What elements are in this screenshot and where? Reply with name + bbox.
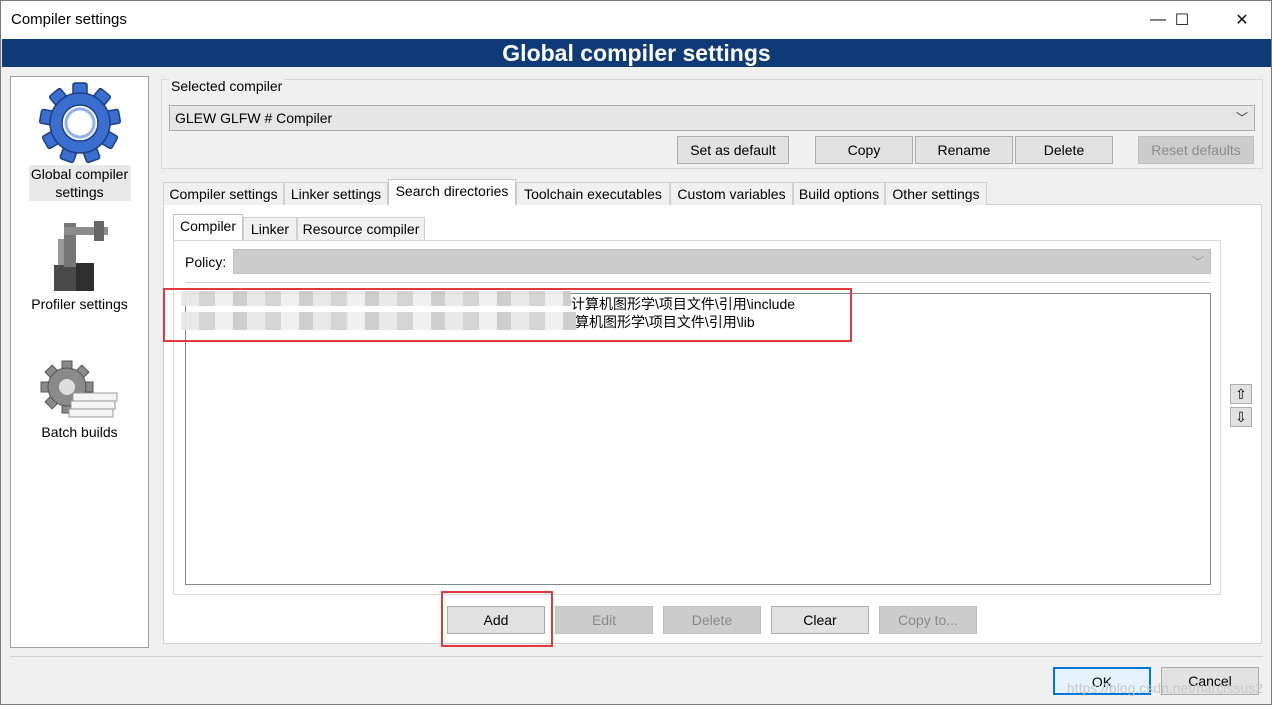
batch-builds-icon: [40, 360, 117, 418]
clear-directories-button[interactable]: Clear: [771, 606, 869, 634]
sidebar-item-label: Profiler settings: [31, 296, 128, 312]
move-up-button[interactable]: ⇧: [1230, 384, 1252, 404]
set-as-default-button[interactable]: Set as default: [677, 136, 789, 164]
highlight-add-button: [441, 591, 553, 647]
tab-toolchain-executables[interactable]: Toolchain executables: [516, 182, 670, 205]
subtab-resource-compiler[interactable]: Resource compiler: [297, 217, 425, 240]
sidebar-item-batch-builds[interactable]: Batch builds: [11, 359, 148, 441]
policy-label: Policy:: [185, 254, 227, 270]
tab-linker-settings[interactable]: Linker settings: [284, 182, 388, 205]
edit-directory-button[interactable]: Edit: [555, 606, 653, 634]
sidebar-item-label: Batch builds: [41, 424, 118, 440]
sidebar-item-profiler-settings[interactable]: Profiler settings: [11, 217, 148, 313]
move-down-button[interactable]: ⇩: [1230, 407, 1252, 427]
highlight-directories: [163, 288, 852, 342]
subtab-linker[interactable]: Linker: [243, 217, 297, 240]
compiler-select-value: GLEW GLFW # Compiler: [175, 110, 333, 126]
rename-compiler-button[interactable]: Rename: [915, 136, 1013, 164]
tab-custom-variables[interactable]: Custom variables: [670, 182, 793, 205]
gear-icon: [38, 82, 121, 164]
separator: [185, 282, 1211, 283]
watermark: https://blog.csdn.net/narcissus2: [1066, 680, 1263, 696]
delete-directory-button[interactable]: Delete: [663, 606, 761, 634]
compiler-settings-window: Compiler settings — ☐ ✕ Global compiler …: [0, 0, 1272, 705]
tab-compiler-settings[interactable]: Compiler settings: [163, 182, 284, 205]
copy-to-button[interactable]: Copy to...: [879, 606, 977, 634]
tab-build-options[interactable]: Build options: [793, 182, 885, 205]
sidebar-item-label: Global compiler settings: [28, 165, 131, 201]
policy-select[interactable]: ﹀: [233, 249, 1211, 274]
copy-compiler-button[interactable]: Copy: [815, 136, 913, 164]
title-bar: Compiler settings — ☐ ✕: [1, 1, 1271, 39]
chevron-down-icon: ﹀: [1235, 111, 1248, 125]
chevron-down-icon: ﹀: [1191, 255, 1204, 269]
sidebar-item-global-compiler-settings[interactable]: Global compiler settings: [11, 81, 148, 201]
selected-compiler-legend: Selected compiler: [169, 78, 285, 94]
reset-defaults-button[interactable]: Reset defaults: [1138, 136, 1254, 164]
close-button[interactable]: ✕: [1219, 1, 1265, 39]
subtab-compiler[interactable]: Compiler: [173, 214, 243, 240]
page-banner: Global compiler settings: [2, 39, 1271, 67]
maximize-button[interactable]: ☐: [1159, 1, 1205, 39]
profiler-icon: [53, 221, 108, 291]
delete-compiler-button[interactable]: Delete: [1015, 136, 1113, 164]
tab-search-directories[interactable]: Search directories: [388, 179, 516, 205]
compiler-select[interactable]: GLEW GLFW # Compiler ﹀: [169, 105, 1255, 131]
settings-sidebar: Global compiler settings Profiler settin…: [10, 76, 149, 648]
window-title: Compiler settings: [11, 11, 127, 28]
tab-other-settings[interactable]: Other settings: [885, 182, 987, 205]
footer-separator: [10, 656, 1263, 657]
